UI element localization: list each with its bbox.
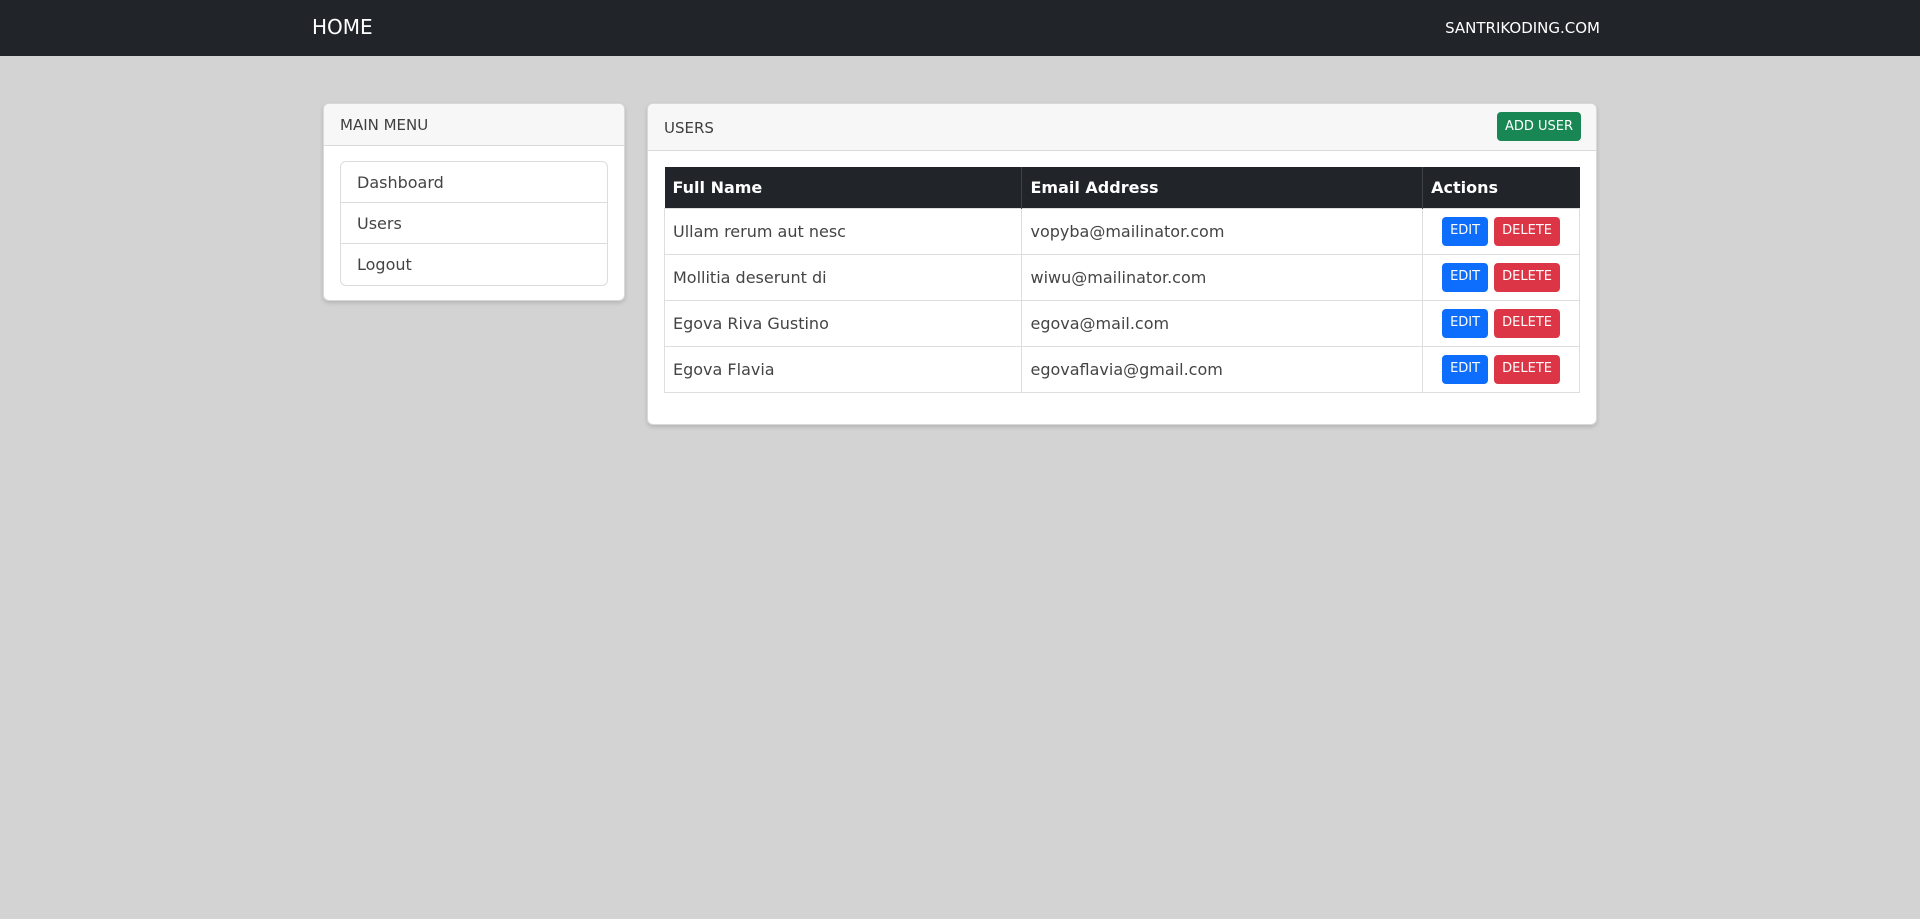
users-table-wrapper: Full Name Email Address Actions Ullam re… [663, 167, 1580, 393]
user-full-name: Egova Flavia [663, 345, 1023, 393]
user-full-name: Egova Riva Gustino [663, 299, 1023, 347]
main-menu-title: MAIN MENU [324, 104, 624, 146]
user-email: egova@mail.com [1021, 299, 1424, 347]
edit-button[interactable]: EDIT [1442, 308, 1489, 338]
menu-item-dashboard[interactable]: Dashboard [341, 162, 607, 203]
user-actions: EDIT DELETE [1422, 345, 1580, 393]
top-navbar: HOME SANTRIKODING.COM [0, 0, 1920, 56]
table-header-row: Full Name Email Address Actions [664, 167, 1580, 208]
main-menu-card: MAIN MENU Dashboard Users Logout [323, 103, 625, 301]
table-row: Egova Riva Gustino egova@mail.com EDIT DE… [663, 299, 1580, 347]
users-title: USERS [664, 119, 714, 137]
edit-button[interactable]: EDIT [1442, 216, 1489, 246]
delete-button[interactable]: DELETE [1494, 308, 1561, 338]
users-table: Full Name Email Address Actions Ullam re… [663, 167, 1580, 393]
user-actions: EDIT DELETE [1422, 253, 1580, 301]
column-header-actions: Actions [1422, 167, 1580, 208]
delete-button[interactable]: DELETE [1494, 354, 1561, 384]
column-header-full-name: Full Name [664, 167, 1023, 208]
edit-button[interactable]: EDIT [1442, 354, 1489, 384]
users-card-header: USERS ADD USER [648, 104, 1596, 151]
main-menu-list: Dashboard Users Logout [340, 161, 608, 286]
user-full-name: Mollitia deserunt di [663, 253, 1023, 301]
table-row: Mollitia deserunt di wiwu@mailinator.com… [663, 253, 1580, 301]
user-actions: EDIT DELETE [1422, 299, 1580, 347]
menu-item-users[interactable]: Users [341, 203, 607, 244]
delete-button[interactable]: DELETE [1494, 262, 1561, 292]
table-row: Egova Flavia egovaflavia@gmail.com EDIT D… [663, 345, 1580, 393]
menu-item-logout[interactable]: Logout [341, 244, 607, 285]
add-user-button[interactable]: ADD USER [1497, 112, 1581, 141]
user-email: wiwu@mailinator.com [1021, 253, 1424, 301]
table-row: Ullam rerum aut nesc vopyba@mailinator.c… [663, 207, 1580, 255]
column-header-email: Email Address [1021, 167, 1424, 208]
edit-button[interactable]: EDIT [1442, 262, 1489, 292]
users-card: USERS ADD USER Full Name Email Address A… [647, 103, 1597, 425]
santrikoding-link[interactable]: SANTRIKODING.COM [1445, 18, 1600, 38]
user-actions: EDIT DELETE [1422, 207, 1580, 255]
user-email: vopyba@mailinator.com [1021, 207, 1424, 255]
user-full-name: Ullam rerum aut nesc [663, 207, 1023, 255]
home-link[interactable]: HOME [312, 15, 373, 39]
user-email: egovaflavia@gmail.com [1021, 345, 1424, 393]
delete-button[interactable]: DELETE [1494, 216, 1561, 246]
